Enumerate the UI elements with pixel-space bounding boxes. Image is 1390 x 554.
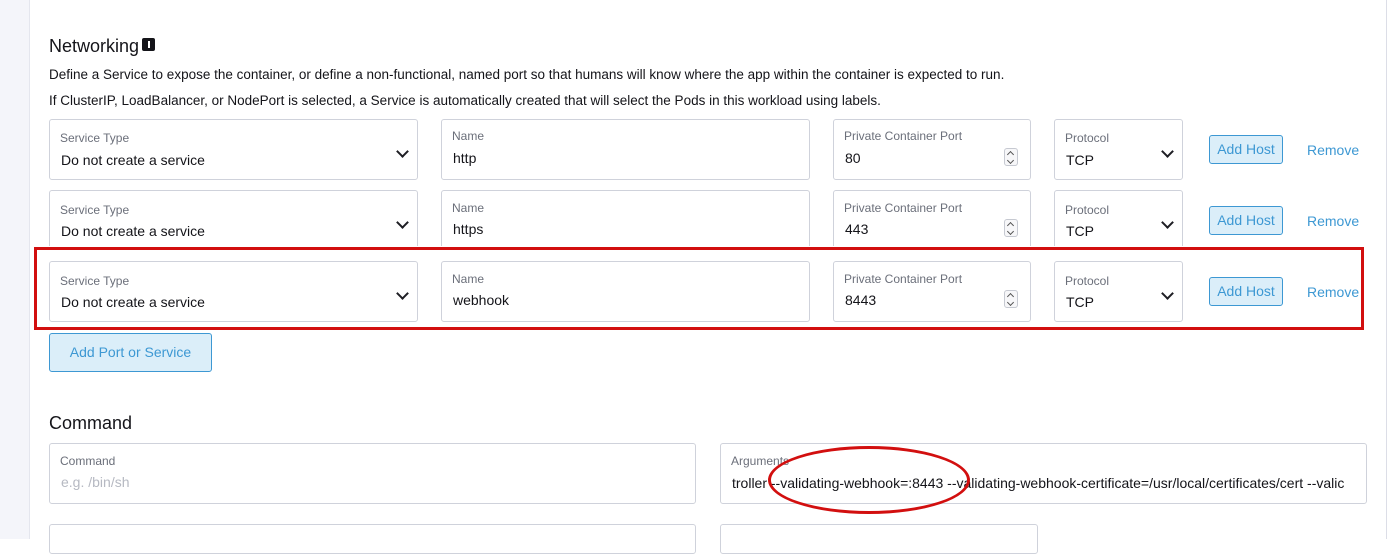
container-port-input[interactable]: Private Container Port 8443 xyxy=(833,261,1031,322)
service-type-value: Do not create a service xyxy=(61,294,205,310)
next-field-input[interactable] xyxy=(720,524,1038,554)
container-port-label: Private Container Port xyxy=(844,201,963,215)
add-host-button[interactable]: Add Host xyxy=(1209,206,1283,235)
arguments-label: Arguments xyxy=(731,454,790,468)
port-stepper-icon[interactable] xyxy=(1004,219,1018,237)
service-type-label: Service Type xyxy=(60,131,130,145)
protocol-select[interactable]: Protocol TCP xyxy=(1054,190,1183,251)
chevron-down-icon xyxy=(396,287,409,300)
working-dir-input[interactable] xyxy=(49,524,696,554)
service-type-select[interactable]: Service Type Do not create a service xyxy=(49,190,418,251)
chevron-down-icon xyxy=(1161,145,1174,158)
port-name-value: webhook xyxy=(453,292,510,308)
container-port-value: 80 xyxy=(845,150,861,166)
chevron-down-icon xyxy=(396,145,409,158)
service-type-label: Service Type xyxy=(60,274,130,288)
protocol-select[interactable]: Protocol TCP xyxy=(1054,261,1183,322)
command-placeholder: e.g. /bin/sh xyxy=(61,474,130,490)
port-name-label: Name xyxy=(452,201,485,215)
networking-title: Networking xyxy=(49,36,156,57)
left-gutter xyxy=(0,0,29,539)
port-name-label: Name xyxy=(452,272,485,286)
service-type-select[interactable]: Service Type Do not create a service xyxy=(49,261,418,322)
port-name-value: https xyxy=(453,221,484,237)
arguments-input[interactable]: Arguments troller --validating-webhook=:… xyxy=(720,443,1367,504)
networking-description-2: If ClusterIP, LoadBalancer, or NodePort … xyxy=(49,93,881,108)
chevron-down-icon xyxy=(1161,216,1174,229)
container-port-label: Private Container Port xyxy=(844,272,963,286)
row-overlap-mask xyxy=(36,246,1362,260)
protocol-label: Protocol xyxy=(1065,274,1110,288)
service-type-value: Do not create a service xyxy=(61,152,205,168)
service-type-label: Service Type xyxy=(60,203,130,217)
container-port-value: 443 xyxy=(845,221,869,237)
container-port-input[interactable]: Private Container Port 443 xyxy=(833,190,1031,251)
remove-button[interactable]: Remove xyxy=(1307,142,1359,158)
add-host-button[interactable]: Add Host xyxy=(1209,277,1283,306)
container-port-value: 8443 xyxy=(845,292,877,308)
container-port-label: Private Container Port xyxy=(844,129,963,143)
service-type-value: Do not create a service xyxy=(61,223,205,239)
protocol-value: TCP xyxy=(1066,223,1094,239)
port-stepper-icon[interactable] xyxy=(1004,290,1018,308)
command-label: Command xyxy=(60,454,116,468)
networking-title-text: Networking xyxy=(49,36,140,56)
protocol-label: Protocol xyxy=(1065,203,1110,217)
command-input[interactable]: Command e.g. /bin/sh xyxy=(49,443,696,504)
protocol-value: TCP xyxy=(1066,152,1094,168)
chevron-down-icon xyxy=(396,216,409,229)
protocol-select[interactable]: Protocol TCP xyxy=(1054,119,1183,180)
remove-button[interactable]: Remove xyxy=(1307,284,1359,300)
left-gutter-divider xyxy=(29,0,30,539)
add-host-button[interactable]: Add Host xyxy=(1209,135,1283,164)
right-divider xyxy=(1386,0,1387,539)
port-name-input[interactable]: Name webhook xyxy=(441,261,810,322)
add-port-or-service-button[interactable]: Add Port or Service xyxy=(49,333,212,372)
info-icon[interactable] xyxy=(142,38,156,51)
networking-description-1: Define a Service to expose the container… xyxy=(49,67,1005,82)
port-name-label: Name xyxy=(452,129,485,143)
chevron-down-icon xyxy=(1161,287,1174,300)
port-name-input[interactable]: Name https xyxy=(441,190,810,251)
service-type-select[interactable]: Service Type Do not create a service xyxy=(49,119,418,180)
command-title: Command xyxy=(49,413,133,433)
port-name-input[interactable]: Name http xyxy=(441,119,810,180)
remove-button[interactable]: Remove xyxy=(1307,213,1359,229)
protocol-label: Protocol xyxy=(1065,131,1110,145)
port-stepper-icon[interactable] xyxy=(1004,148,1018,166)
container-port-input[interactable]: Private Container Port 80 xyxy=(833,119,1031,180)
protocol-value: TCP xyxy=(1066,294,1094,310)
arguments-value: troller --validating-webhook=:8443 --val… xyxy=(732,475,1345,491)
port-name-value: http xyxy=(453,150,477,166)
